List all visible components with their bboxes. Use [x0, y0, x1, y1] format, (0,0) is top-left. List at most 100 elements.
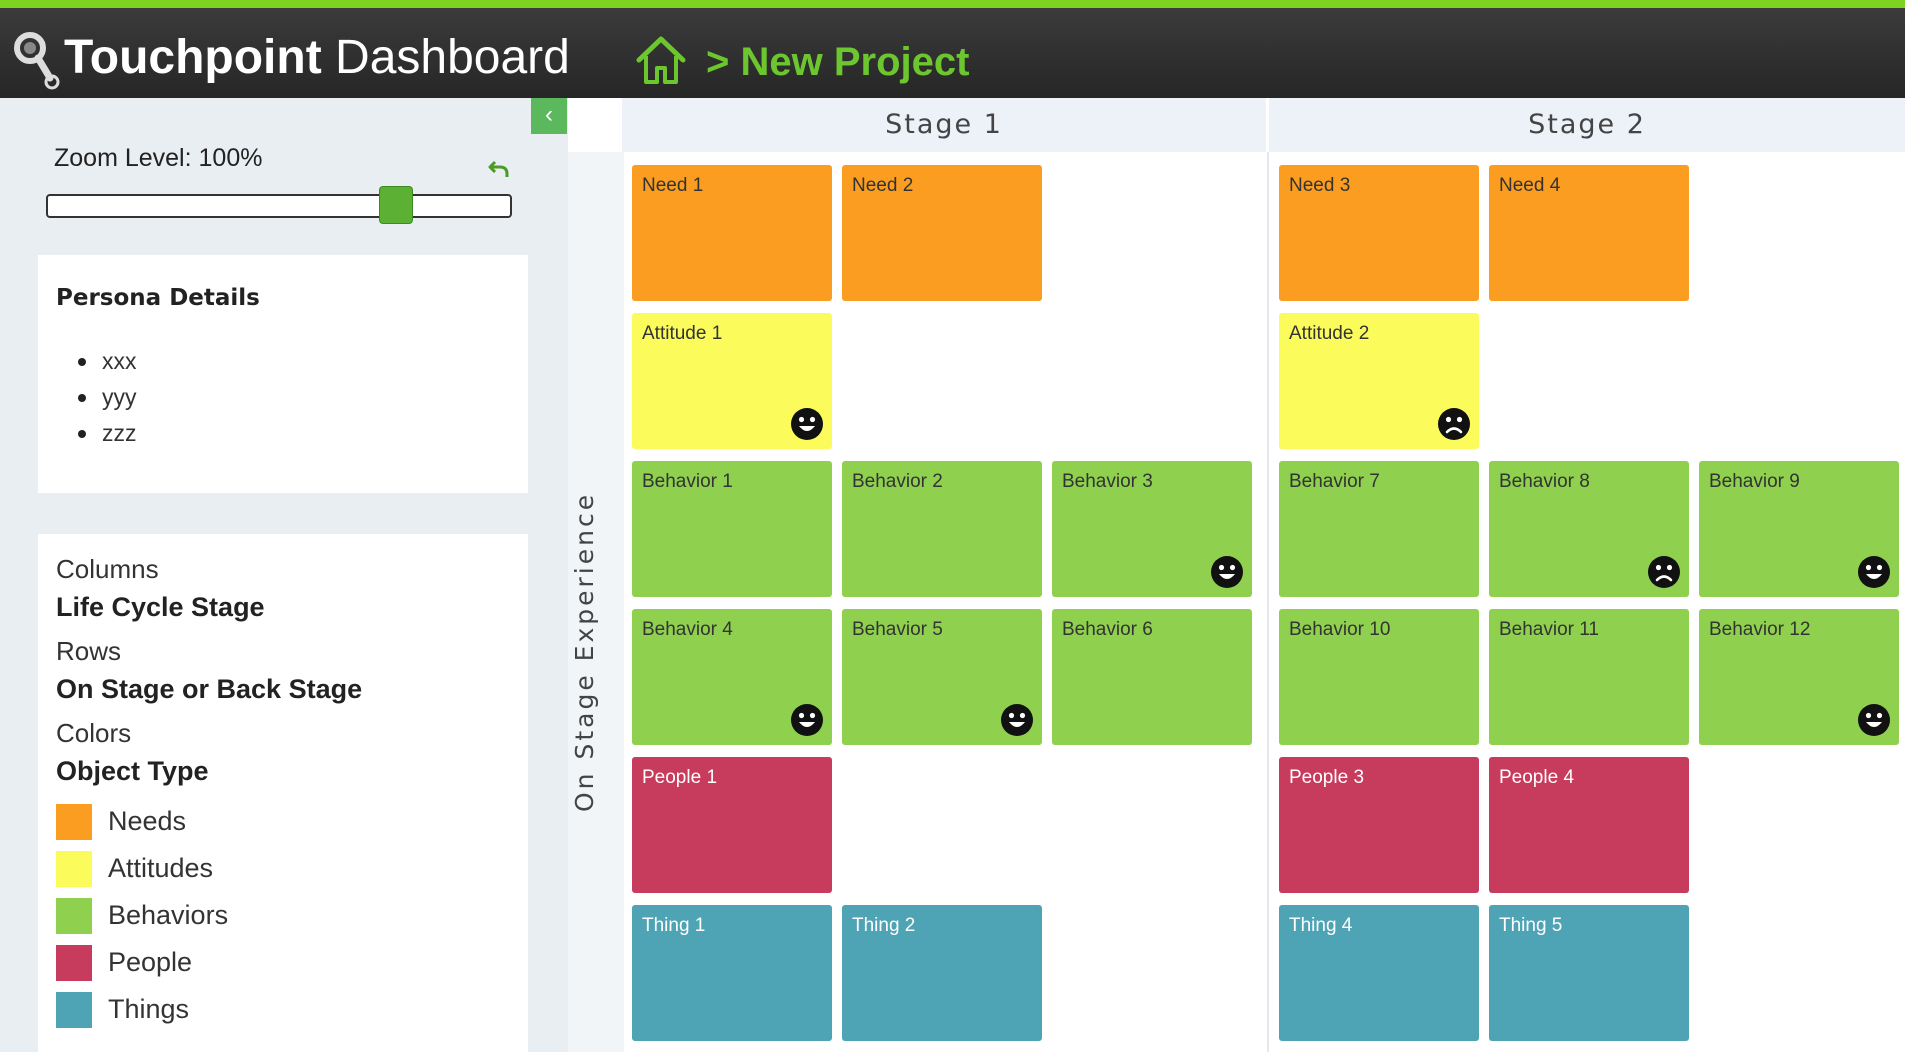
view-settings-card: Columns Life Cycle Stage Rows On Stage o… — [38, 534, 528, 1052]
card-label: Behavior 6 — [1062, 619, 1153, 640]
happy-face-icon — [1858, 704, 1890, 736]
card-label: People 4 — [1499, 767, 1575, 788]
app-title[interactable]: Touchpoint Dashboard — [64, 26, 570, 90]
row-label-strip: On Stage Experience — [568, 152, 624, 1052]
rows-label: Rows — [56, 636, 122, 666]
card-attitude-1[interactable]: Attitude 1 — [632, 313, 832, 449]
happy-face-icon — [1001, 704, 1033, 736]
card-need-1[interactable]: Need 1 — [632, 165, 832, 301]
row-label-on-stage: On Stage Experience — [570, 491, 599, 812]
persona-list-item: yyy — [78, 379, 137, 415]
app-header: Touchpoint Dashboard > New Project — [0, 8, 1905, 98]
persona-list-item: zzz — [78, 415, 137, 451]
color-swatch — [56, 992, 92, 1028]
card-thing-2[interactable]: Thing 2 — [842, 905, 1042, 1041]
legend-item-label: Things — [108, 994, 190, 1024]
persona-list-item: xxx — [78, 343, 137, 379]
card-behavior-5[interactable]: Behavior 5 — [842, 609, 1042, 745]
card-thing-5[interactable]: Thing 5 — [1489, 905, 1689, 1041]
card-people-1[interactable]: People 1 — [632, 757, 832, 893]
color-swatch — [56, 898, 92, 934]
sad-face-icon — [1438, 408, 1470, 440]
legend-item-label: Needs — [108, 806, 187, 836]
app-title-light: Dashboard — [321, 31, 570, 84]
zoom-level-label: Zoom Level: 100% — [54, 144, 263, 172]
card-thing-1[interactable]: Thing 1 — [632, 905, 832, 1041]
persona-details-card: Persona Details xxx yyy zzz — [38, 255, 528, 493]
card-people-3[interactable]: People 3 — [1279, 757, 1479, 893]
card-behavior-10[interactable]: Behavior 10 — [1279, 609, 1479, 745]
collapse-sidebar-button[interactable]: ‹ — [531, 98, 567, 134]
card-label: Behavior 3 — [1062, 471, 1153, 492]
card-label: Attitude 2 — [1289, 323, 1370, 344]
rows-value[interactable]: On Stage or Back Stage — [56, 674, 362, 705]
card-behavior-4[interactable]: Behavior 4 — [632, 609, 832, 745]
happy-face-icon — [791, 408, 823, 440]
touchpoint-logo-icon — [14, 32, 60, 90]
card-behavior-1[interactable]: Behavior 1 — [632, 461, 832, 597]
card-behavior-6[interactable]: Behavior 6 — [1052, 609, 1252, 745]
card-label: Behavior 9 — [1709, 471, 1800, 492]
legend-item-label: Attitudes — [108, 853, 214, 883]
color-swatch — [56, 945, 92, 981]
card-label: Behavior 8 — [1499, 471, 1590, 492]
legend-item-label: People — [108, 947, 193, 977]
chevron-left-icon: ‹ — [545, 101, 553, 128]
zoom-slider-track[interactable] — [46, 194, 512, 218]
card-behavior-7[interactable]: Behavior 7 — [1279, 461, 1479, 597]
card-thing-4[interactable]: Thing 4 — [1279, 905, 1479, 1041]
card-behavior-11[interactable]: Behavior 11 — [1489, 609, 1689, 745]
card-label: Need 3 — [1289, 175, 1351, 196]
columns-value[interactable]: Life Cycle Stage — [56, 592, 265, 623]
zoom-slider-thumb[interactable] — [378, 186, 413, 224]
columns-label: Columns — [56, 554, 159, 584]
stage-header-2[interactable]: Stage 2 — [1269, 98, 1905, 152]
card-label: Attitude 1 — [642, 323, 723, 344]
persona-details-title: Persona Details — [56, 285, 260, 311]
card-label: People 3 — [1289, 767, 1365, 788]
app-title-bold: Touchpoint — [64, 31, 322, 84]
card-label: Behavior 10 — [1289, 619, 1391, 640]
colors-value[interactable]: Object Type — [56, 756, 209, 787]
card-behavior-8[interactable]: Behavior 8 — [1489, 461, 1689, 597]
card-people-4[interactable]: People 4 — [1489, 757, 1689, 893]
card-label: Behavior 5 — [852, 619, 943, 640]
header-accent-bar — [0, 0, 1905, 8]
card-behavior-3[interactable]: Behavior 3 — [1052, 461, 1252, 597]
card-behavior-12[interactable]: Behavior 12 — [1699, 609, 1899, 745]
card-label: Behavior 12 — [1709, 619, 1811, 640]
sad-face-icon — [1648, 556, 1680, 588]
persona-list: xxx yyy zzz — [78, 343, 137, 451]
card-label: Thing 4 — [1289, 915, 1353, 936]
card-label: Thing 2 — [852, 915, 916, 936]
card-label: Need 4 — [1499, 175, 1561, 196]
card-need-4[interactable]: Need 4 — [1489, 165, 1689, 301]
stage-divider — [1267, 152, 1269, 1052]
happy-face-icon — [791, 704, 823, 736]
colors-label: Colors — [56, 718, 132, 748]
breadcrumb-project[interactable]: > New Project — [706, 34, 969, 90]
home-icon[interactable] — [633, 32, 689, 88]
legend-item-label: Behaviors — [108, 900, 229, 930]
card-label: Behavior 2 — [852, 471, 943, 492]
stage-header-1[interactable]: Stage 1 — [622, 98, 1266, 152]
happy-face-icon — [1858, 556, 1890, 588]
color-swatch — [56, 851, 92, 887]
card-attitude-2[interactable]: Attitude 2 — [1279, 313, 1479, 449]
journey-board: Stage 1 Stage 2 On Stage Experience Need… — [568, 98, 1905, 1052]
card-label: Need 2 — [852, 175, 914, 196]
card-label: Behavior 11 — [1499, 619, 1599, 640]
reset-zoom-icon[interactable] — [488, 158, 510, 180]
card-label: Thing 1 — [642, 915, 706, 936]
card-label: Need 1 — [642, 175, 704, 196]
card-behavior-9[interactable]: Behavior 9 — [1699, 461, 1899, 597]
card-label: Behavior 7 — [1289, 471, 1380, 492]
card-label: Behavior 4 — [642, 619, 733, 640]
happy-face-icon — [1211, 556, 1243, 588]
card-need-2[interactable]: Need 2 — [842, 165, 1042, 301]
card-label: Thing 5 — [1499, 915, 1563, 936]
card-label: Behavior 1 — [642, 471, 733, 492]
card-behavior-2[interactable]: Behavior 2 — [842, 461, 1042, 597]
card-need-3[interactable]: Need 3 — [1279, 165, 1479, 301]
card-label: People 1 — [642, 767, 718, 788]
